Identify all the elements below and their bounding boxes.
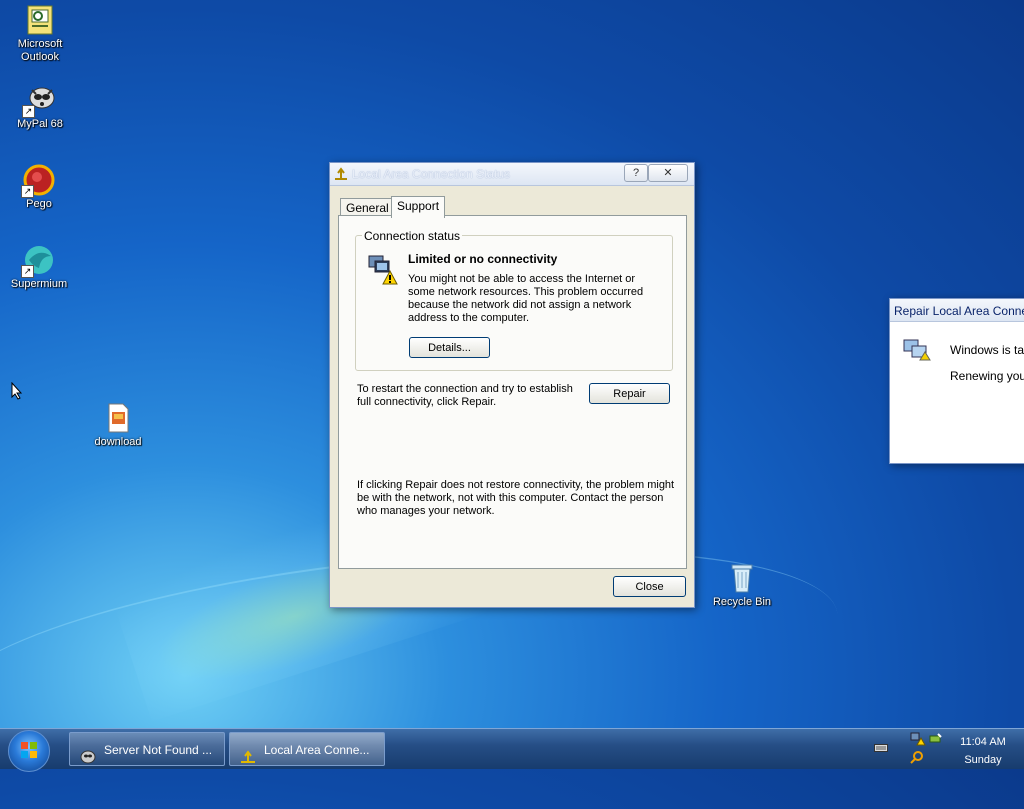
taskbar: Server Not Found ... Local Area Conne...… — [0, 728, 1024, 772]
desktop-icon-outlook[interactable]: Microsoft Outlook — [0, 4, 80, 64]
keyboard-icon[interactable] — [874, 743, 888, 753]
desktop-icon-recycle-bin[interactable]: Recycle Bin — [702, 562, 782, 609]
desktop-icon-label: download — [94, 436, 142, 448]
network-help-text: If clicking Repair does not restore conn… — [357, 479, 675, 517]
network-connection-icon — [334, 167, 348, 181]
taskbar-button-connection-status[interactable]: Local Area Conne... — [229, 732, 385, 766]
help-button[interactable]: ? — [624, 164, 648, 182]
file-icon — [102, 402, 134, 434]
desktop-icon-mypal[interactable]: ↗ MyPal 68 — [0, 84, 80, 131]
desktop-icon-supermium[interactable]: ↗ Supermium — [0, 244, 79, 291]
desktop-icon-label: Pego — [26, 198, 52, 210]
repair-button[interactable]: Repair — [589, 383, 670, 404]
taskbar-button-label: Server Not Found ... — [104, 743, 213, 757]
clock[interactable]: 11:04 AM Sunday — [955, 733, 1011, 769]
repair-window-body: Windows is taki Renewing your — [890, 322, 1024, 463]
shortcut-arrow-icon: ↗ — [21, 265, 34, 278]
limited-connectivity-warning-icon — [365, 252, 399, 286]
safely-remove-icon[interactable] — [928, 732, 942, 746]
desktop-icon-label: Supermium — [10, 278, 68, 290]
supermium-icon: ↗ — [21, 244, 55, 278]
network-status-icon[interactable] — [910, 732, 926, 746]
start-button[interactable] — [8, 730, 50, 772]
support-tab-panel: Connection status Limited or no connecti… — [338, 215, 687, 569]
taskbar-button-label: Local Area Conne... — [264, 743, 370, 757]
repair-connection-window[interactable]: Repair Local Area Conne Windows is taki … — [889, 298, 1024, 464]
outlook-icon — [24, 4, 56, 36]
repair-window-title: Repair Local Area Conne — [894, 304, 1024, 318]
clock-day: Sunday — [964, 754, 1002, 766]
status-description: You might not be able to access the Inte… — [408, 273, 644, 324]
mypal-icon: ↗ — [22, 84, 56, 118]
details-button[interactable]: Details... — [409, 337, 490, 358]
network-connection-icon — [240, 743, 256, 763]
close-button[interactable]: Close — [613, 576, 686, 597]
pego-icon: ↗ — [21, 164, 55, 198]
network-repair-icon — [900, 334, 932, 366]
close-icon[interactable]: ✕ — [648, 164, 688, 182]
clock-time: 11:04 AM — [960, 736, 1006, 748]
dialog-title: Local Area Connection Status — [352, 167, 511, 181]
desktop-icon-label: Recycle Bin — [712, 596, 772, 608]
repair-status-line: Windows is taki — [950, 343, 1024, 357]
desktop-icon-pego[interactable]: ↗ Pego — [0, 164, 79, 211]
dialog-titlebar[interactable]: Local Area Connection Status ? ✕ — [330, 163, 694, 186]
desktop-icon-download[interactable]: download — [78, 402, 158, 449]
connection-status-dialog[interactable]: Local Area Connection Status ? ✕ General… — [329, 162, 695, 608]
repair-window-titlebar[interactable]: Repair Local Area Conne — [890, 299, 1024, 322]
connection-status-group: Connection status Limited or no connecti… — [355, 229, 673, 371]
mouse-cursor-icon — [11, 381, 23, 403]
status-title: Limited or no connectivity — [408, 252, 558, 266]
taskbar-button-browser[interactable]: Server Not Found ... — [69, 732, 225, 766]
shortcut-arrow-icon: ↗ — [21, 185, 34, 198]
shortcut-arrow-icon: ↗ — [22, 105, 35, 118]
mypal-icon — [80, 743, 96, 764]
repair-instruction-text: To restart the connection and try to est… — [357, 383, 573, 408]
repair-progress-line: Renewing your — [950, 369, 1024, 383]
group-label: Connection status — [362, 229, 463, 243]
tab-support[interactable]: Support — [391, 196, 446, 218]
search-icon[interactable] — [910, 750, 924, 764]
recycle-bin-icon — [726, 562, 758, 594]
desktop-icon-label: Microsoft Outlook — [17, 38, 63, 63]
windows-logo-icon — [21, 742, 37, 758]
desktop-icon-label: MyPal 68 — [17, 118, 63, 130]
